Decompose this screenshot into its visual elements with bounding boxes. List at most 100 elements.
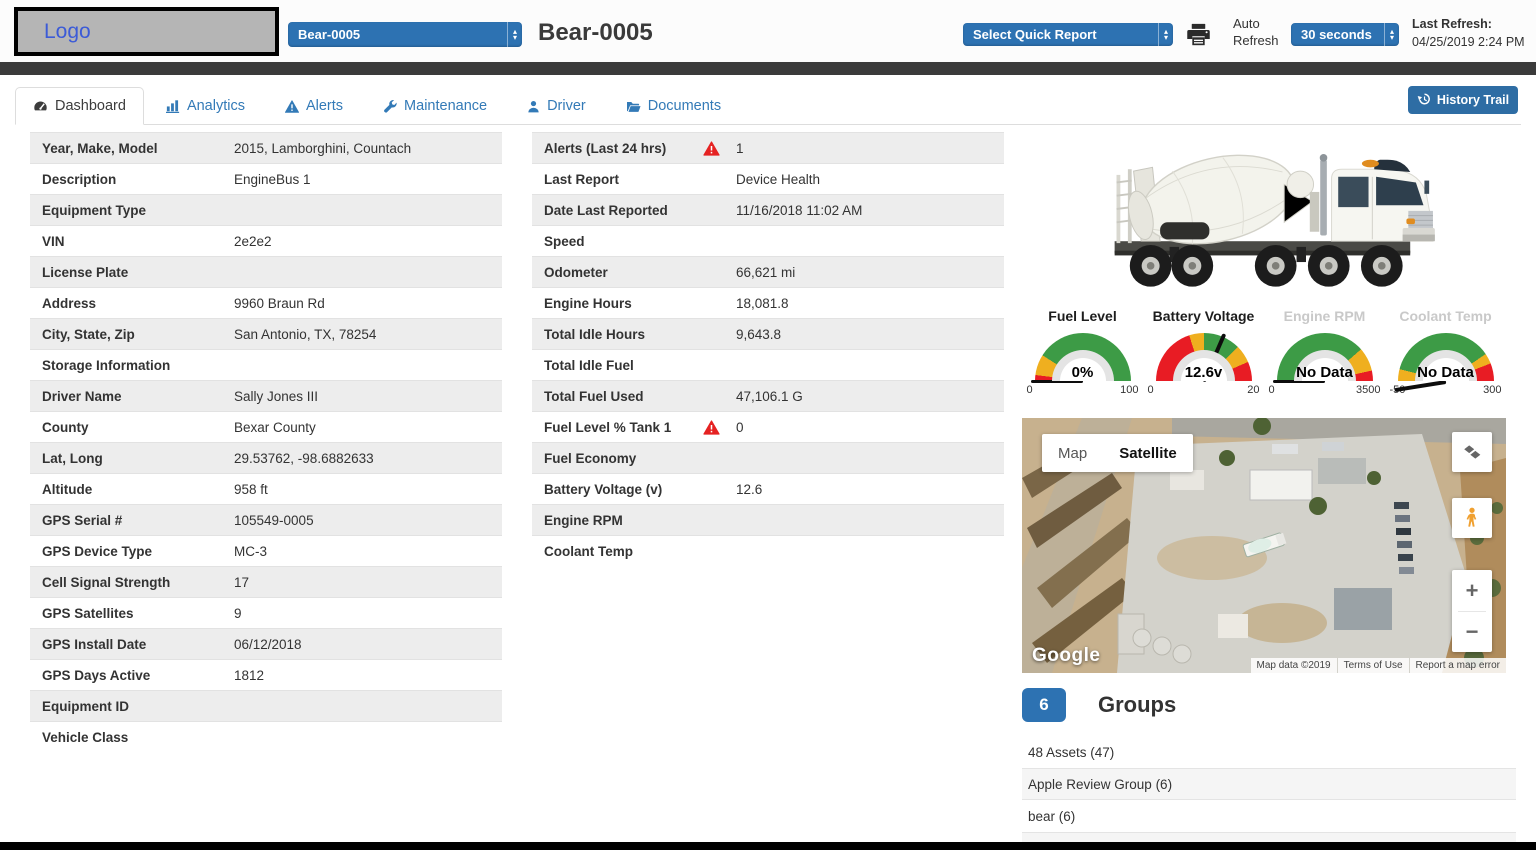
gauge-arc: No Data [1277, 333, 1373, 381]
zoom-in-button[interactable]: + [1452, 571, 1492, 611]
page-title: Bear-0005 [538, 19, 653, 47]
asset-select[interactable]: Bear-0005 ▴▾ [288, 22, 522, 47]
row-label-text: GPS Install Date [42, 637, 146, 652]
row-label: Alerts (Last 24 hrs) [532, 141, 736, 156]
row-label: Year, Make, Model [30, 141, 234, 156]
history-trail-button[interactable]: History Trail [1408, 86, 1518, 114]
gauge-arc: No Data [1398, 333, 1494, 381]
top-header: Logo Bear-0005 ▴▾ Bear-0005 Select Quick… [0, 0, 1536, 62]
gauge-title: Engine RPM [1284, 308, 1366, 324]
select-arrows-icon: ▴▾ [1158, 23, 1173, 46]
row-label-text: Equipment ID [42, 699, 129, 714]
table-row: Date Last Reported11/16/2018 11:02 AM [532, 194, 1004, 225]
dashboard-icon [33, 100, 48, 112]
row-label: County [30, 420, 234, 435]
header-divider-bar [0, 62, 1536, 75]
table-row: Driver NameSally Jones III [30, 380, 502, 411]
row-value: 66,621 mi [736, 265, 1004, 280]
last-refresh: Last Refresh: 04/25/2019 2:24 PM [1412, 15, 1525, 51]
map-button[interactable]: Map [1042, 434, 1103, 472]
row-label-text: Alerts (Last 24 hrs) [544, 141, 666, 156]
gauge-arc: 12.6v [1156, 333, 1252, 381]
tab-analytics[interactable]: Analytics [148, 87, 263, 125]
tab-label: Maintenance [404, 98, 487, 114]
documents-icon [626, 100, 641, 113]
row-label-text: Battery Voltage (v) [544, 482, 662, 497]
row-label-text: GPS Satellites [42, 606, 134, 621]
group-item[interactable]: bear (6) [1022, 800, 1516, 832]
satellite-button[interactable]: Satellite [1103, 434, 1193, 472]
row-value: 29.53762, -98.6882633 [234, 451, 502, 466]
row-label-text: Total Fuel Used [544, 389, 644, 404]
driver-icon [527, 100, 540, 113]
tab-driver[interactable]: Driver [509, 87, 604, 125]
table-row: Total Idle Hours9,643.8 [532, 318, 1004, 349]
row-label-text: Last Report [544, 172, 619, 187]
group-item[interactable]: Apple Review Group (6) [1022, 768, 1516, 800]
row-value: 12.6 [736, 482, 1004, 497]
group-item[interactable]: 48 Assets (47) [1022, 736, 1516, 768]
table-row: Coolant Temp [532, 535, 1004, 566]
select-arrows-icon: ▴▾ [1384, 23, 1399, 46]
last-refresh-label: Last Refresh: [1412, 15, 1525, 33]
map-type-control: Map Satellite [1042, 434, 1193, 472]
tab-label: Documents [648, 98, 721, 114]
table-row: City, State, ZipSan Antonio, TX, 78254 [30, 318, 502, 349]
auto-refresh-label: Auto Refresh [1233, 15, 1279, 49]
tab-label: Alerts [306, 98, 343, 114]
row-label: GPS Satellites [30, 606, 234, 621]
row-label: GPS Device Type [30, 544, 234, 559]
row-label-text: Coolant Temp [544, 544, 633, 559]
row-label: Equipment Type [30, 203, 234, 218]
row-label-text: Engine Hours [544, 296, 632, 311]
dashboard-page: Logo Bear-0005 ▴▾ Bear-0005 Select Quick… [0, 0, 1536, 850]
gauge-coolant-temp: Coolant TempNo Data-50300 [1385, 308, 1506, 396]
zoom-out-button[interactable]: − [1452, 612, 1492, 652]
quick-report-select[interactable]: Select Quick Report ▴▾ [963, 23, 1173, 46]
refresh-interval-select[interactable]: 30 seconds ▴▾ [1291, 23, 1399, 46]
row-value: 18,081.8 [736, 296, 1004, 311]
row-label-text: Driver Name [42, 389, 122, 404]
table-row: Equipment ID [30, 690, 502, 721]
row-label-text: Total Idle Hours [544, 327, 645, 342]
warning-icon [703, 420, 720, 435]
tilt-view-button[interactable] [1452, 432, 1492, 472]
row-value: EngineBus 1 [234, 172, 502, 187]
tab-dashboard[interactable]: Dashboard [15, 87, 144, 125]
pegman-icon [1463, 507, 1481, 529]
table-row: Alerts (Last 24 hrs)1 [532, 132, 1004, 163]
location-map[interactable]: Map Satellite + − Google Map data ©2019 … [1022, 418, 1506, 673]
tab-documents[interactable]: Documents [608, 87, 739, 125]
table-row: GPS Device Type MC-3 [30, 535, 502, 566]
tilt-icon [1462, 442, 1482, 462]
history-icon [1417, 92, 1431, 109]
map-data-credit: Map data ©2019 [1251, 658, 1337, 673]
row-label: Fuel Economy [532, 451, 736, 466]
row-value: MC-3 [234, 544, 502, 559]
maintenance-icon [383, 99, 397, 113]
pegman-button[interactable] [1452, 498, 1492, 538]
table-row: Address9960 Braun Rd [30, 287, 502, 318]
gauge-battery-voltage: Battery Voltage12.6v020 [1143, 308, 1264, 396]
history-trail-label: History Trail [1437, 93, 1509, 107]
print-icon[interactable] [1185, 21, 1213, 49]
terms-of-use-link[interactable]: Terms of Use [1338, 658, 1409, 673]
row-label-text: Vehicle Class [42, 730, 128, 745]
google-logo[interactable]: Google [1032, 645, 1100, 667]
row-label-text: Altitude [42, 482, 92, 497]
tab-alerts[interactable]: Alerts [267, 87, 361, 125]
row-label: Total Fuel Used [532, 389, 736, 404]
row-label-text: Odometer [544, 265, 608, 280]
warning-icon [703, 141, 720, 156]
row-label: License Plate [30, 265, 234, 280]
groups-count-badge: 6 [1022, 688, 1066, 722]
table-row: Vehicle Class [30, 721, 502, 752]
mixer-truck-image [1090, 133, 1450, 303]
row-label-text: Equipment Type [42, 203, 146, 218]
row-label-text: GPS Device Type [42, 544, 152, 559]
asset-select-value: Bear-0005 [298, 27, 360, 42]
row-label: City, State, Zip [30, 327, 234, 342]
row-label: GPS Serial # [30, 513, 234, 528]
tab-maintenance[interactable]: Maintenance [365, 87, 505, 125]
report-map-error-link[interactable]: Report a map error [1410, 658, 1506, 673]
